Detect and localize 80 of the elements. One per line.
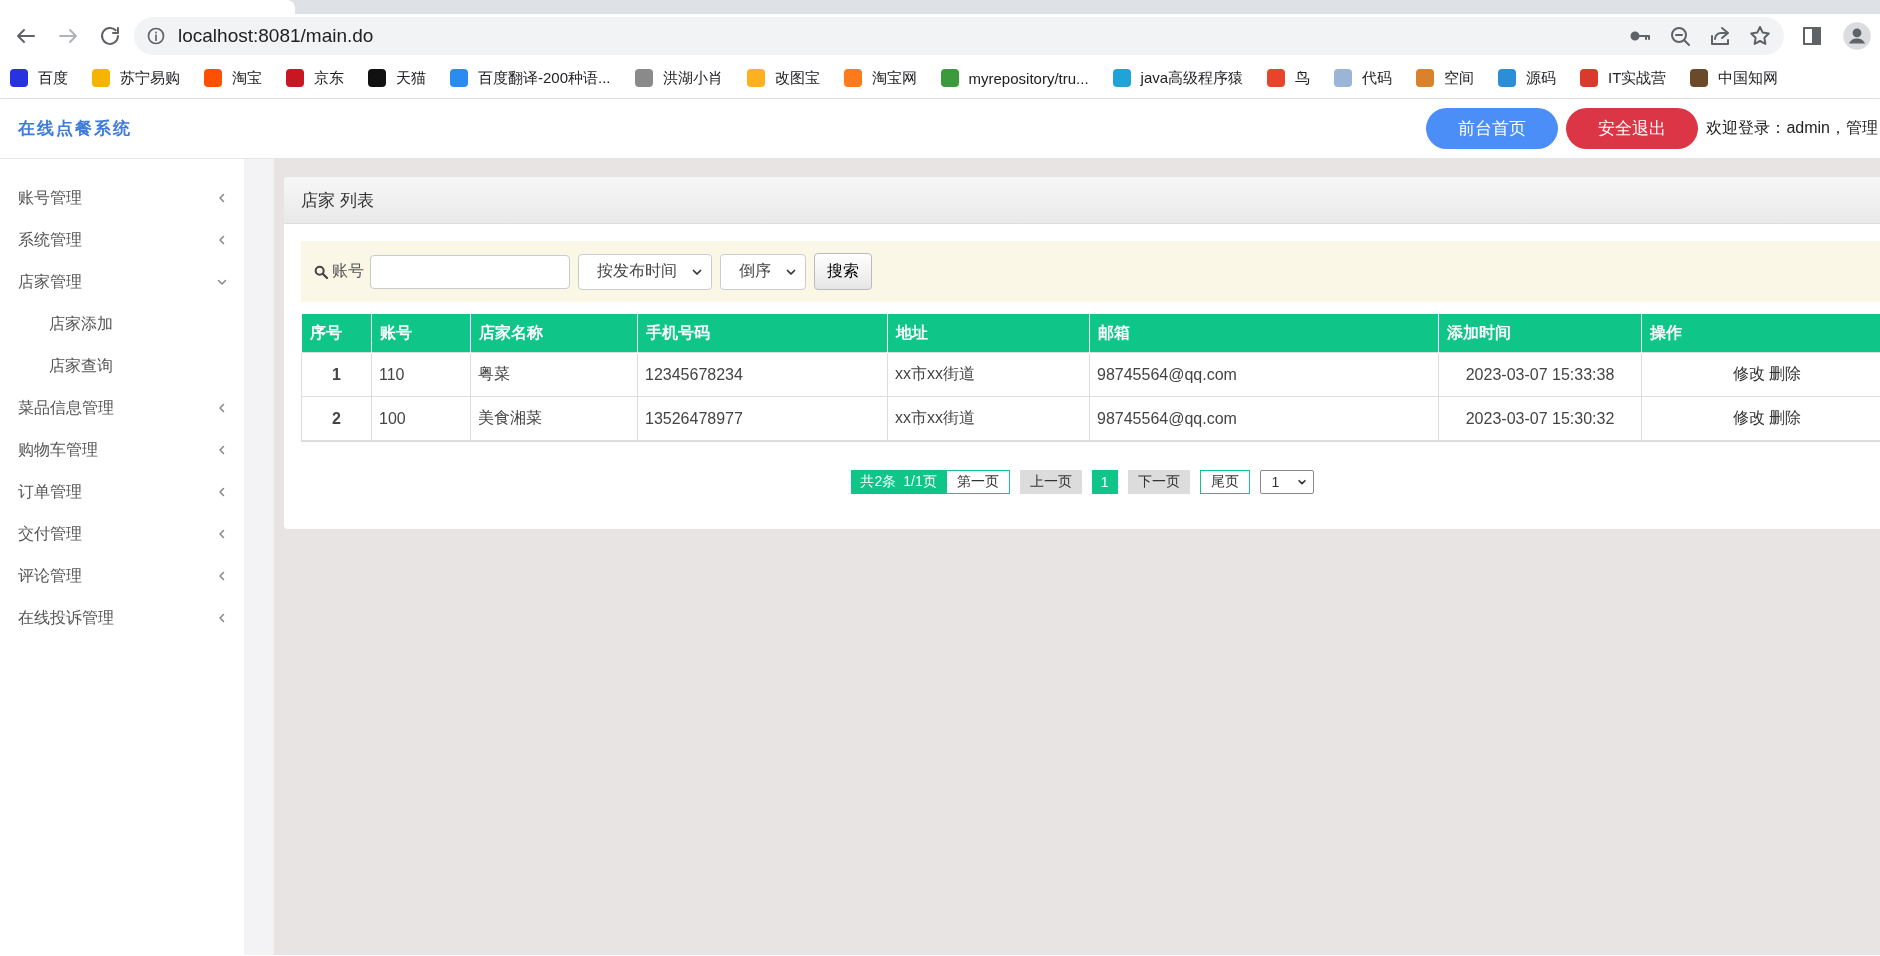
table-cell: 2023-03-07 15:30:32 [1438, 396, 1642, 441]
bookmark[interactable]: 淘宝网 [843, 68, 917, 88]
sidebar-item[interactable]: 评论管理 [0, 555, 244, 597]
edit-link[interactable]: 修改 [1732, 409, 1765, 426]
logout-button[interactable]: 安全退出 [1566, 108, 1699, 149]
info-icon[interactable] [146, 26, 166, 46]
table-cell: xx市xx街道 [887, 396, 1090, 441]
caret-icon [1296, 477, 1307, 487]
sidebar-item[interactable]: 系统管理 [0, 219, 244, 261]
sidebar-item[interactable]: 账号管理 [0, 177, 244, 219]
table-cell: 1 [301, 352, 372, 397]
column-header: 序号 [301, 314, 372, 353]
search-icon [313, 263, 329, 280]
bookmark[interactable]: 空间 [1416, 68, 1475, 88]
zoom-out-icon[interactable] [1668, 24, 1692, 48]
prev-page-link[interactable]: 上一页 [1019, 470, 1082, 494]
table-cell: 98745564@qq.com [1089, 396, 1439, 441]
table-cell: 98745564@qq.com [1089, 352, 1439, 397]
bookmark[interactable]: 百度翻译-200种语... [450, 68, 611, 88]
search-label: 账号 [332, 261, 364, 281]
edit-link[interactable]: 修改 [1732, 365, 1765, 382]
column-header: 地址 [887, 314, 1090, 353]
delete-link[interactable]: 删除 [1768, 409, 1801, 426]
column-header: 手机号码 [637, 314, 888, 353]
sidebar-item[interactable]: 订单管理 [0, 471, 244, 513]
bookmark[interactable]: java高级程序猿 [1112, 68, 1244, 88]
table-cell: 110 [371, 352, 471, 397]
last-page-link[interactable]: 尾页 [1199, 470, 1250, 494]
bookmark[interactable]: 京东 [286, 68, 344, 88]
bookmark[interactable]: 代码 [1334, 68, 1393, 88]
search-button[interactable]: 搜索 [814, 253, 872, 290]
table-cell: 2 [301, 396, 372, 441]
first-page-link[interactable]: 第一页 [945, 470, 1010, 494]
table-cell: 13526478977 [637, 396, 888, 441]
bookmark[interactable]: IT实战营 [1580, 68, 1667, 88]
sidebar-item[interactable]: 菜品信息管理 [0, 387, 244, 429]
table-cell: xx市xx街道 [887, 352, 1090, 397]
reload-icon[interactable] [98, 24, 122, 48]
column-header: 添加时间 [1438, 314, 1642, 353]
side-panel-icon[interactable] [1800, 24, 1824, 48]
column-header: 操作 [1641, 314, 1880, 353]
welcome-text: 欢迎登录：admin，管理 [1706, 118, 1878, 138]
search-field[interactable] [370, 254, 570, 289]
bookmark[interactable]: 百度 [10, 68, 68, 88]
share-icon[interactable] [1708, 24, 1732, 48]
page-summary: 共2条 1/1页 [851, 470, 946, 494]
bookmark[interactable]: 改图宝 [746, 68, 820, 88]
table-cell: 12345678234 [637, 352, 888, 397]
sidebar-item[interactable]: 店家管理 [0, 261, 244, 303]
bookmark[interactable]: 苏宁易购 [92, 68, 180, 88]
column-header: 账号 [371, 314, 471, 353]
page-select[interactable]: 1 [1259, 470, 1314, 494]
bookmark[interactable]: myrepository/tru... [940, 69, 1089, 87]
order-select[interactable]: 倒序 [720, 253, 806, 290]
star-icon[interactable] [1748, 24, 1772, 48]
table-cell: 美食湘菜 [470, 396, 638, 441]
delete-link[interactable]: 删除 [1768, 365, 1801, 382]
profile-icon[interactable] [1842, 21, 1872, 51]
bookmark[interactable]: 淘宝 [204, 68, 262, 88]
sidebar-subitem[interactable]: 店家添加 [0, 303, 244, 345]
table-cell: 2023-03-07 15:33:38 [1438, 352, 1642, 397]
bookmark[interactable]: 中国知网 [1690, 68, 1779, 88]
table-cell: 100 [371, 396, 471, 441]
next-page-link[interactable]: 下一页 [1127, 470, 1190, 494]
table-cell: 粤菜 [470, 352, 638, 397]
bookmark[interactable]: 洪湖小肖 [634, 68, 723, 88]
url-text: localhost:8081/main.do [178, 25, 375, 47]
sidebar-item[interactable]: 交付管理 [0, 513, 244, 555]
bookmark[interactable]: 天猫 [368, 68, 426, 88]
column-header: 店家名称 [470, 314, 638, 353]
address-bar[interactable]: localhost:8081/main.do [134, 17, 1784, 55]
bookmark[interactable]: 鸟 [1267, 68, 1311, 88]
app-title: 在线点餐系统 [18, 118, 133, 140]
column-header: 邮箱 [1089, 314, 1439, 353]
sidebar-item[interactable]: 购物车管理 [0, 429, 244, 471]
sort-select[interactable]: 按发布时间 [578, 253, 712, 290]
panel-title: 店家 列表 [284, 177, 1880, 224]
bookmark[interactable]: 源码 [1498, 68, 1557, 88]
sidebar-item[interactable]: 在线投诉管理 [0, 597, 244, 639]
sidebar-subitem[interactable]: 店家查询 [0, 345, 244, 387]
